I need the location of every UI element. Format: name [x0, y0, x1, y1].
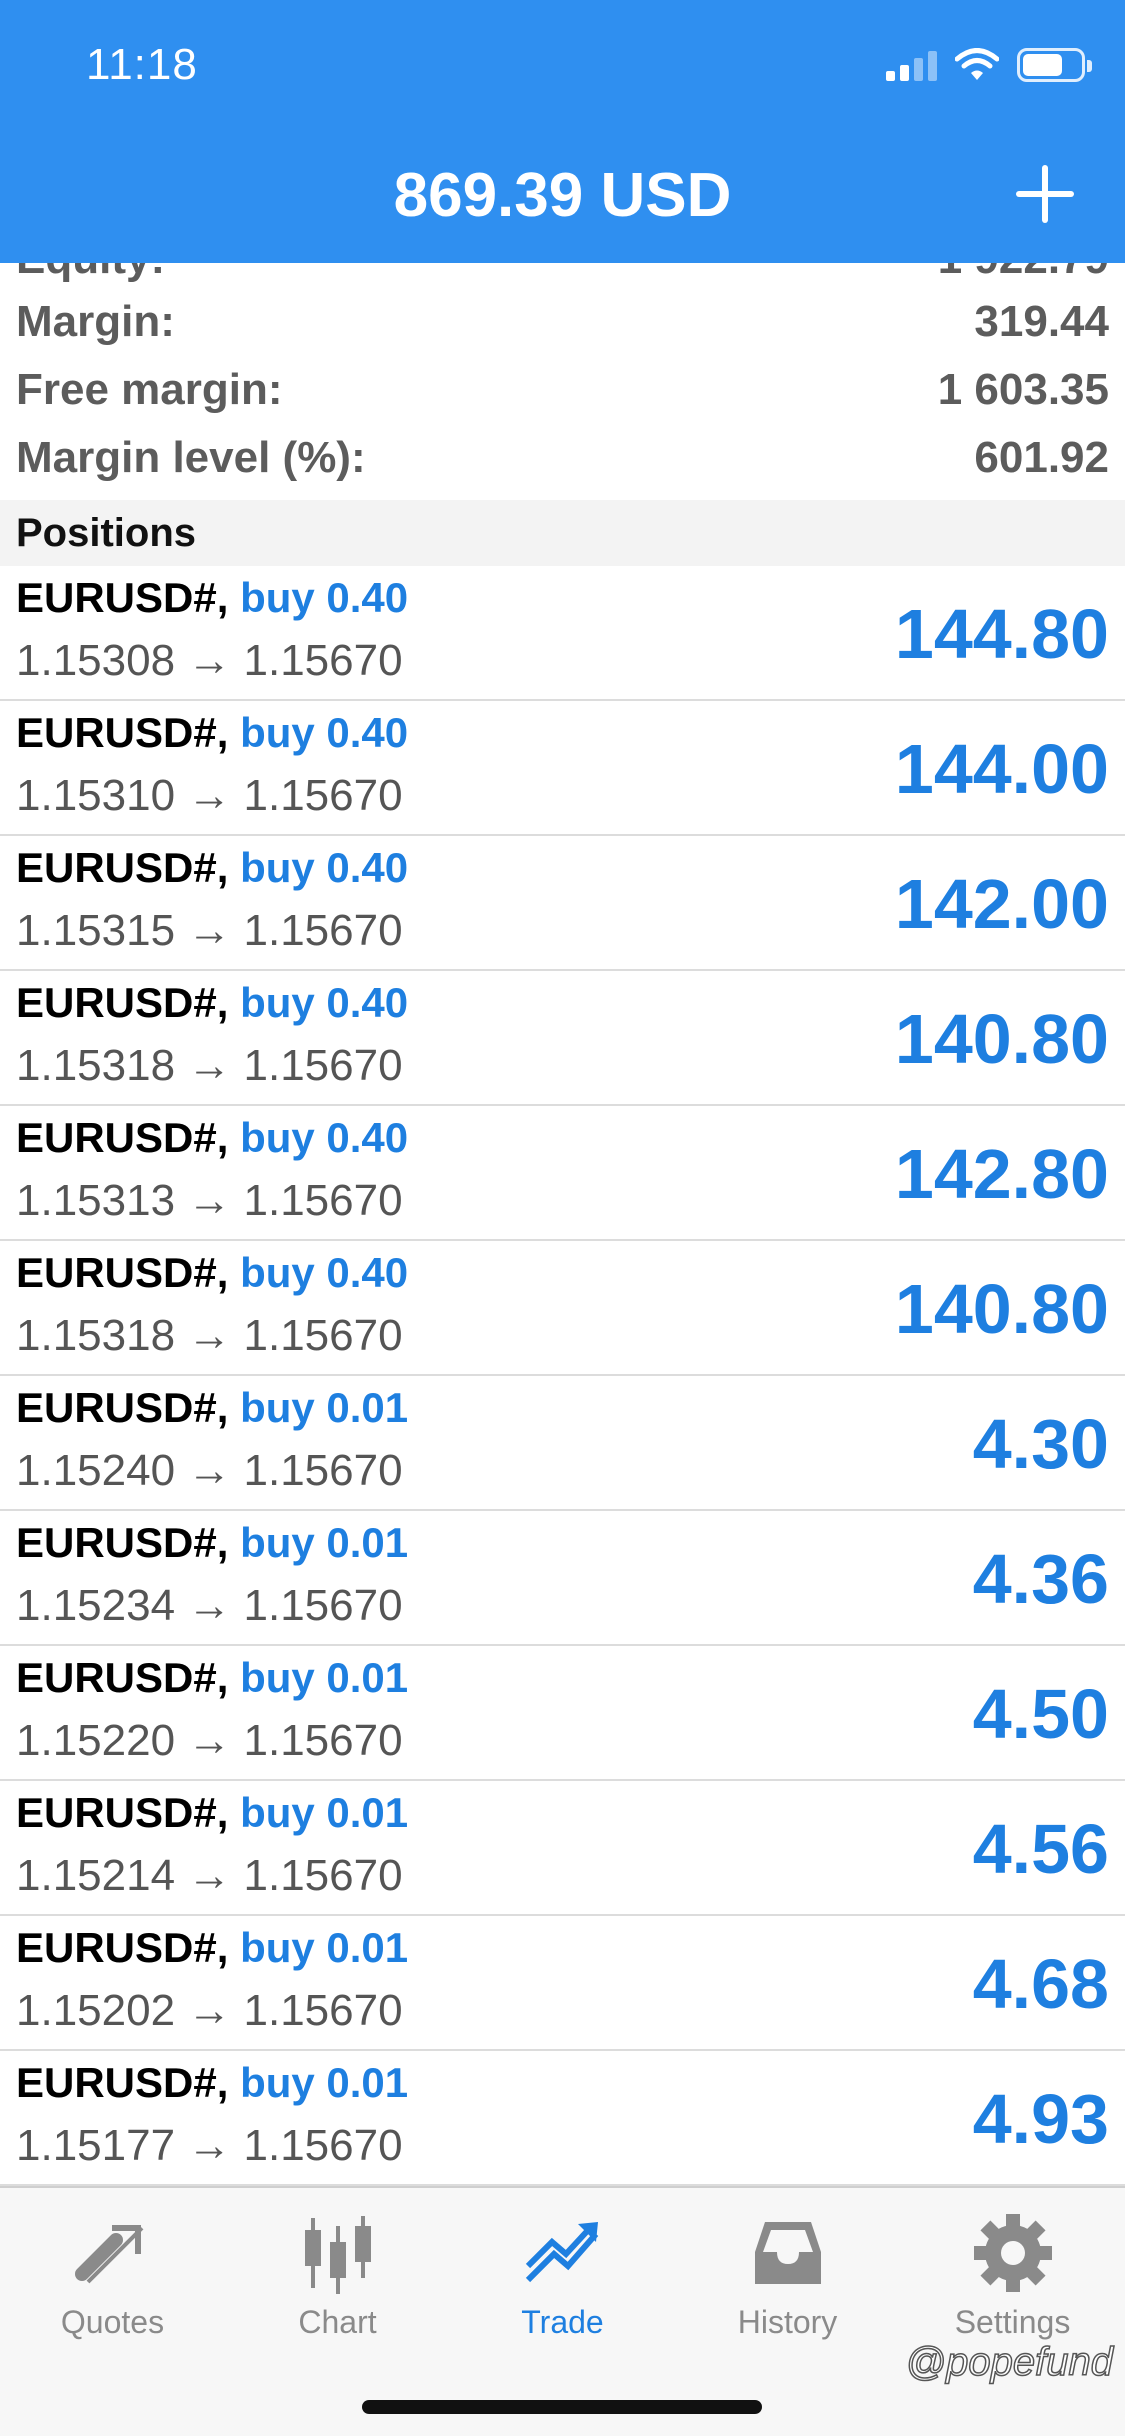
positions-section-header: Positions [0, 500, 1125, 566]
position-side: buy 0.01 [240, 1384, 409, 1431]
tab-trade[interactable]: Trade [450, 2208, 675, 2368]
tab-chart[interactable]: Chart [225, 2208, 450, 2368]
summary-label: Margin: [16, 297, 175, 346]
position-prices: 1.15234 → 1.15670 [16, 1581, 403, 1630]
position-symbol: EURUSD#, [16, 1519, 229, 1566]
quotes-icon [74, 2225, 143, 2284]
position-symbol: EURUSD#, [16, 979, 229, 1026]
position-prices: 1.15313 → 1.15670 [16, 1176, 403, 1225]
position-row[interactable]: EURUSD#, buy 0.01 1.15214 → 1.15670 4.56 [0, 1781, 1125, 1916]
position-profit: 4.30 [972, 1404, 1109, 1483]
position-side: buy 0.01 [240, 2059, 409, 2106]
position-symbol: EURUSD#, [16, 2059, 229, 2106]
tab-history[interactable]: History [675, 2208, 900, 2368]
tab-label: Settings [954, 2304, 1071, 2340]
tab-label: History [737, 2304, 838, 2340]
position-profit: 142.80 [894, 1134, 1109, 1213]
tab-label: Trade [521, 2304, 604, 2340]
summary-label: Free margin: [16, 365, 283, 414]
position-profit: 144.00 [894, 729, 1109, 808]
position-symbol: EURUSD#, [16, 1654, 229, 1701]
position-profit: 140.80 [894, 999, 1109, 1078]
position-side: buy 0.40 [240, 1114, 409, 1161]
trade-icon [525, 2222, 598, 2283]
position-row[interactable]: EURUSD#, buy 0.40 1.15310 → 1.15670 144.… [0, 701, 1125, 836]
position-side: buy 0.01 [240, 1789, 409, 1836]
position-profit: 4.36 [972, 1539, 1109, 1618]
position-side: buy 0.40 [240, 979, 409, 1026]
account-summary: Equity: 1 922.79 Margin: 319.44 Free mar… [0, 230, 1125, 492]
summary-value: 1 603.35 [937, 365, 1109, 414]
summary-label: Margin level (%): [16, 433, 366, 482]
position-prices: 1.15202 → 1.15670 [16, 1986, 403, 2035]
position-prices: 1.15220 → 1.15670 [16, 1716, 403, 1765]
home-indicator[interactable] [362, 2400, 762, 2414]
position-symbol: EURUSD#, [16, 1924, 229, 1971]
watermark: @popefund [905, 2339, 1114, 2385]
status-time: 11:18 [86, 40, 198, 89]
status-icons [886, 48, 1092, 82]
position-row[interactable]: EURUSD#, buy 0.40 1.15318 → 1.15670 140.… [0, 1241, 1125, 1376]
summary-row-margin: Margin: 319.44 [0, 288, 1125, 356]
position-side: buy 0.01 [240, 1924, 409, 1971]
history-icon [754, 2222, 821, 2284]
app-header: 11:18 869.39 USD [0, 0, 1125, 263]
tab-bar: Quotes Chart Trade History Settings [0, 2186, 1125, 2436]
position-row[interactable]: EURUSD#, buy 0.01 1.15202 → 1.15670 4.68 [0, 1916, 1125, 2051]
position-profit: 4.56 [972, 1809, 1109, 1888]
add-order-button[interactable] [1013, 162, 1077, 226]
position-row[interactable]: EURUSD#, buy 0.40 1.15313 → 1.15670 142.… [0, 1106, 1125, 1241]
position-profit: 144.80 [894, 594, 1109, 673]
position-row[interactable]: EURUSD#, buy 0.01 1.15177 → 1.15670 4.93 [0, 2051, 1125, 2186]
summary-value: 319.44 [974, 297, 1109, 346]
settings-icon [973, 2214, 1052, 2292]
position-profit: 4.68 [972, 1944, 1109, 2023]
summary-row-free-margin: Free margin: 1 603.35 [0, 356, 1125, 424]
position-symbol: EURUSD#, [16, 844, 229, 891]
position-prices: 1.15318 → 1.15670 [16, 1041, 403, 1090]
position-symbol: EURUSD#, [16, 709, 229, 756]
position-side: buy 0.40 [240, 709, 409, 756]
position-profit: 4.93 [972, 2079, 1109, 2158]
battery-icon [1017, 48, 1092, 82]
position-row[interactable]: EURUSD#, buy 0.01 1.15234 → 1.15670 4.36 [0, 1511, 1125, 1646]
tab-quotes[interactable]: Quotes [0, 2208, 225, 2368]
balance-title: 869.39 USD [393, 161, 732, 230]
position-row[interactable]: EURUSD#, buy 0.01 1.15220 → 1.15670 4.50 [0, 1646, 1125, 1781]
position-profit: 4.50 [972, 1674, 1109, 1753]
cellular-signal-icon [886, 49, 937, 81]
position-row[interactable]: EURUSD#, buy 0.01 1.15240 → 1.15670 4.30 [0, 1376, 1125, 1511]
tab-label: Chart [298, 2304, 377, 2340]
position-side: buy 0.01 [240, 1519, 409, 1566]
position-prices: 1.15310 → 1.15670 [16, 771, 403, 820]
position-side: buy 0.40 [240, 844, 409, 891]
position-profit: 142.00 [894, 864, 1109, 943]
position-symbol: EURUSD#, [16, 1114, 229, 1161]
position-prices: 1.15318 → 1.15670 [16, 1311, 403, 1360]
position-row[interactable]: EURUSD#, buy 0.40 1.15318 → 1.15670 140.… [0, 971, 1125, 1106]
chart-icon [304, 2216, 371, 2294]
position-prices: 1.15315 → 1.15670 [16, 906, 403, 955]
position-row[interactable]: EURUSD#, buy 0.40 1.15308 → 1.15670 144.… [0, 566, 1125, 701]
wifi-icon [955, 48, 999, 80]
summary-row-margin-level: Margin level (%): 601.92 [0, 424, 1125, 492]
position-symbol: EURUSD#, [16, 574, 229, 621]
position-symbol: EURUSD#, [16, 1789, 229, 1836]
position-prices: 1.15214 → 1.15670 [16, 1851, 403, 1900]
position-symbol: EURUSD#, [16, 1384, 229, 1431]
summary-value: 601.92 [974, 433, 1109, 482]
position-symbol: EURUSD#, [16, 1249, 229, 1296]
position-row[interactable]: EURUSD#, buy 0.40 1.15315 → 1.15670 142.… [0, 836, 1125, 971]
position-side: buy 0.01 [240, 1654, 409, 1701]
position-prices: 1.15308 → 1.15670 [16, 636, 403, 685]
position-prices: 1.15240 → 1.15670 [16, 1446, 403, 1495]
position-prices: 1.15177 → 1.15670 [16, 2121, 403, 2170]
tab-label: Quotes [60, 2304, 165, 2340]
positions-list: EURUSD#, buy 0.40 1.15308 → 1.15670 144.… [0, 566, 1125, 2186]
position-profit: 140.80 [894, 1269, 1109, 1348]
position-side: buy 0.40 [240, 574, 409, 621]
position-side: buy 0.40 [240, 1249, 409, 1296]
